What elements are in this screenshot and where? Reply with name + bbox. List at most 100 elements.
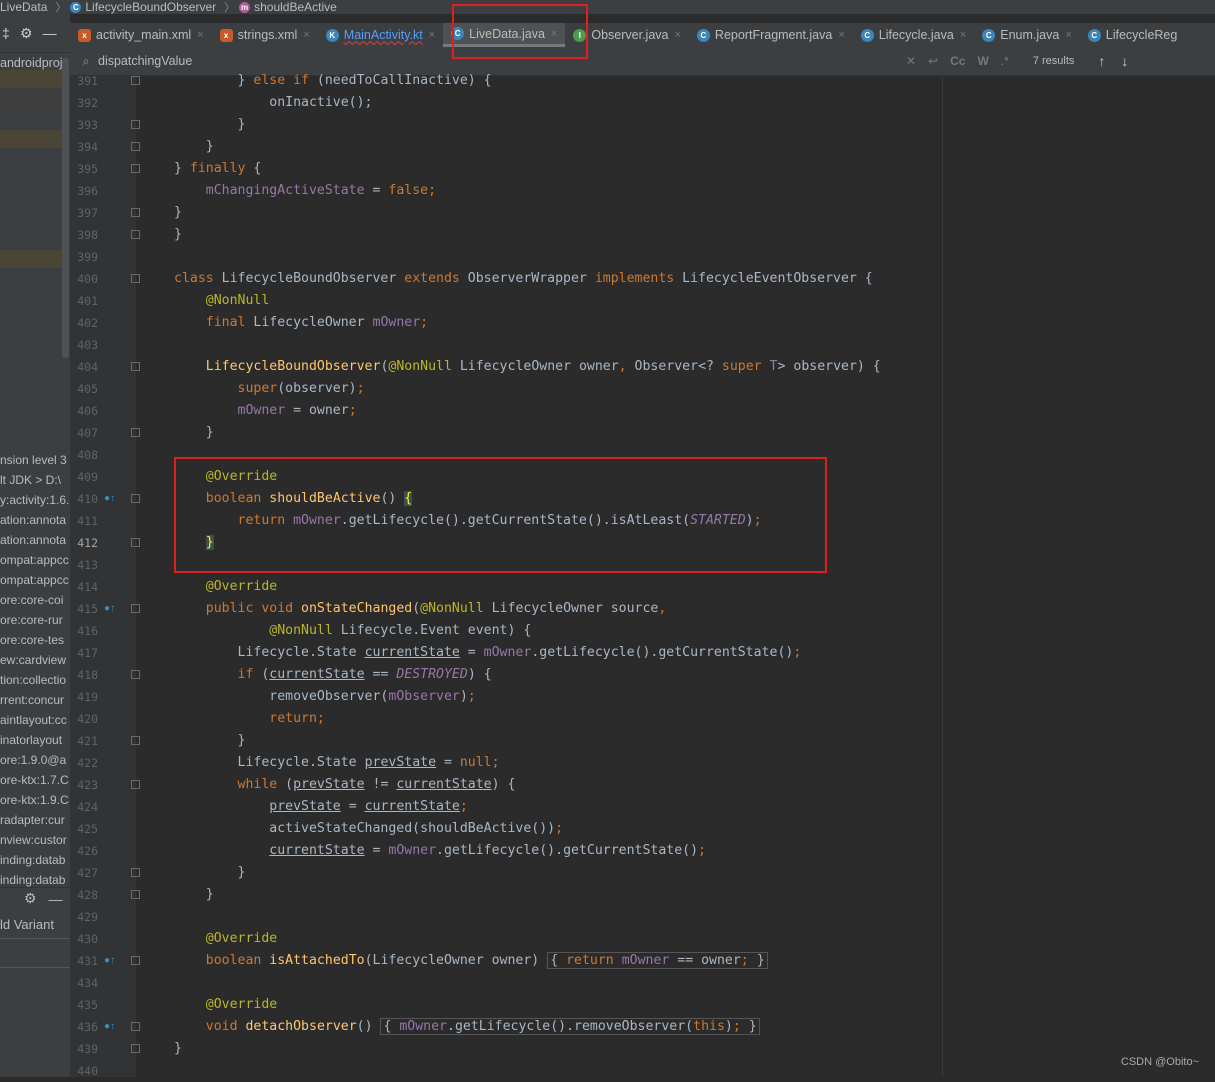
override-icon[interactable]: ●↑ <box>104 493 115 504</box>
tab-lifecyclereg[interactable]: C LifecycleReg <box>1080 23 1186 47</box>
library-item[interactable]: lt JDK > D:\ <box>0 470 70 490</box>
library-item[interactable]: ore:core-coi <box>0 590 70 610</box>
code-editor[interactable] <box>136 76 1215 1077</box>
minimize-icon[interactable]: — <box>49 891 63 907</box>
fold-icon[interactable] <box>131 956 140 965</box>
breadcrumb-label: shouldBeActive <box>254 0 337 14</box>
library-item[interactable]: y:activity:1.6. <box>0 490 70 510</box>
tree-highlight <box>0 70 62 88</box>
close-icon[interactable]: × <box>303 29 309 41</box>
override-icon[interactable]: ●↑ <box>104 603 115 614</box>
tab-lifecycle-java[interactable]: C Lifecycle.java × <box>853 23 974 47</box>
gear-icon[interactable]: ⚙ <box>24 890 37 907</box>
java-class-icon: C <box>982 28 996 42</box>
split-icon[interactable]: ‡ <box>2 25 10 41</box>
fold-icon[interactable] <box>131 868 140 877</box>
close-icon[interactable]: × <box>838 29 844 41</box>
gear-icon[interactable]: ⚙ <box>20 25 33 42</box>
line-number: 436 <box>77 1020 98 1034</box>
fold-icon[interactable] <box>131 120 140 129</box>
code-line: final LifecycleOwner mOwner; <box>174 315 429 330</box>
line-number: 412 <box>77 536 98 550</box>
code-line: while (prevState != currentState) { <box>174 777 516 792</box>
library-item[interactable]: inatorlayout <box>0 730 70 750</box>
code-line: } <box>174 1041 182 1056</box>
regex-button[interactable]: .* <box>1001 54 1009 68</box>
project-scrollbar[interactable] <box>62 58 69 358</box>
library-item[interactable]: ore:1.9.0@a <box>0 750 70 770</box>
close-icon[interactable]: × <box>674 29 680 41</box>
library-item[interactable]: ation:annota <box>0 510 70 530</box>
breadcrumb-item-method[interactable]: m shouldBeActive <box>239 0 337 14</box>
library-item[interactable]: inding:datab <box>0 850 70 870</box>
library-item[interactable]: radapter:cur <box>0 810 70 830</box>
fold-icon[interactable] <box>131 208 140 217</box>
previous-occurrence-icon[interactable]: ↑ <box>1098 53 1105 69</box>
breadcrumb-item-livedata[interactable]: LiveData <box>0 0 47 14</box>
fold-icon[interactable] <box>131 736 140 745</box>
code-line: activeStateChanged(shouldBeActive()); <box>174 821 564 836</box>
library-item[interactable]: aintlayout:cc <box>0 710 70 730</box>
fold-icon[interactable] <box>131 274 140 283</box>
line-number: 409 <box>77 470 98 484</box>
tree-highlight <box>0 250 62 268</box>
tab-mainactivity-kt[interactable]: K MainActivity.kt × <box>318 23 443 47</box>
fold-icon[interactable] <box>131 780 140 789</box>
fold-icon[interactable] <box>131 538 140 547</box>
fold-icon[interactable] <box>131 1044 140 1053</box>
library-item[interactable]: ore:core-tes <box>0 630 70 650</box>
tree-highlight <box>0 130 62 148</box>
library-item[interactable]: tion:collectio <box>0 670 70 690</box>
fold-icon[interactable] <box>131 142 140 151</box>
fold-icon[interactable] <box>131 428 140 437</box>
build-variant-label: ld Variant <box>0 917 54 932</box>
library-item[interactable]: ompat:appcc <box>0 570 70 590</box>
library-item[interactable]: ation:annota <box>0 530 70 550</box>
tab-enum-java[interactable]: C Enum.java × <box>974 23 1080 47</box>
library-item[interactable]: nview:custor <box>0 830 70 850</box>
fold-icon[interactable] <box>131 494 140 503</box>
library-item[interactable]: ompat:appcc <box>0 550 70 570</box>
code-line: currentState = mOwner.getLifecycle().get… <box>269 843 706 858</box>
fold-icon[interactable] <box>131 890 140 899</box>
search-icon[interactable]: ⌕ <box>76 54 96 69</box>
fold-icon[interactable] <box>131 230 140 239</box>
override-icon[interactable]: ●↑ <box>104 1021 115 1032</box>
close-icon[interactable]: × <box>197 29 203 41</box>
fold-icon[interactable] <box>131 76 140 85</box>
library-item[interactable]: ore:core-rur <box>0 610 70 630</box>
close-icon[interactable]: × <box>1065 29 1071 41</box>
match-case-button[interactable]: Cc <box>950 54 965 68</box>
library-item[interactable]: ew:cardview <box>0 650 70 670</box>
tab-activity-main-xml[interactable]: x activity_main.xml × <box>70 23 212 47</box>
fold-icon[interactable] <box>131 670 140 679</box>
right-margin-guide <box>942 76 943 1077</box>
code-line: @NonNull Lifecycle.Event event) { <box>174 623 532 638</box>
fold-icon[interactable] <box>131 1022 140 1031</box>
fold-icon[interactable] <box>131 604 140 613</box>
library-item[interactable]: ore-ktx:1.7.C <box>0 770 70 790</box>
library-item[interactable]: nsion level 3 <box>0 450 70 470</box>
minimize-icon[interactable]: — <box>43 25 57 41</box>
new-line-icon[interactable]: ↩ <box>928 54 938 68</box>
code-line: LifecycleBoundObserver(@NonNull Lifecycl… <box>174 359 881 374</box>
whole-words-button[interactable]: W <box>977 54 988 68</box>
fold-icon[interactable] <box>131 164 140 173</box>
fold-icon[interactable] <box>131 362 140 371</box>
override-icon[interactable]: ●↑ <box>104 955 115 966</box>
editor-tab-bar: x activity_main.xml × x strings.xml × K MainAct… <box>70 23 1215 47</box>
line-number: 439 <box>77 1042 98 1056</box>
next-occurrence-icon[interactable]: ↓ <box>1121 53 1128 69</box>
tab-strings-xml[interactable]: x strings.xml × <box>212 23 318 47</box>
line-number: 419 <box>77 690 98 704</box>
library-item[interactable]: ore-ktx:1.9.C <box>0 790 70 810</box>
line-number: 403 <box>77 338 98 352</box>
tab-reportfragment-java[interactable]: C ReportFragment.java × <box>689 23 853 47</box>
code-line: @Override <box>174 997 278 1012</box>
close-icon[interactable]: × <box>429 29 435 41</box>
clear-icon[interactable]: ✕ <box>906 54 916 68</box>
breadcrumb-item-class[interactable]: C LifecycleBoundObserver <box>70 0 216 14</box>
library-item[interactable]: rrent:concur <box>0 690 70 710</box>
close-icon[interactable]: × <box>960 29 966 41</box>
tab-label: LifecycleReg <box>1105 28 1178 42</box>
